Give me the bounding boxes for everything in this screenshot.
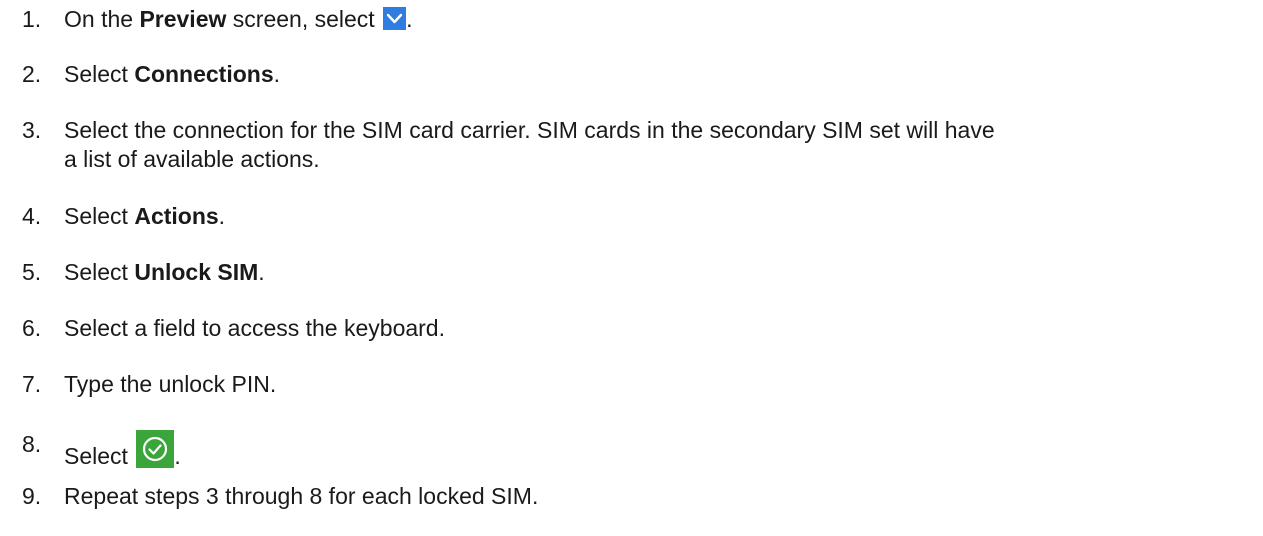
step-1: 1. On the Preview screen, select . <box>22 5 1252 34</box>
step-text: Select Connections. <box>64 61 280 87</box>
step-number: 8. <box>22 431 42 457</box>
step-9: 9. Repeat steps 3 through 8 for each loc… <box>22 482 1252 511</box>
step-text: Select Unlock SIM. <box>64 259 265 285</box>
step-text: Type the unlock PIN. <box>64 371 277 397</box>
step-6: 6. Select a field to access the keyboard… <box>22 314 1252 343</box>
step-number: 1. <box>22 6 42 32</box>
step-number: 6. <box>22 315 42 341</box>
step-text: On the Preview screen, select . <box>64 6 413 32</box>
step-text: Repeat steps 3 through 8 for each locked… <box>64 483 539 509</box>
chevron-down-icon <box>383 7 407 30</box>
step-5: 5. Select Unlock SIM. <box>22 258 1252 287</box>
step-7: 7. Type the unlock PIN. <box>22 370 1252 399</box>
step-text: Select . <box>64 430 1252 471</box>
ui-term-unlock-sim: Unlock SIM <box>134 259 259 285</box>
ui-term-connections: Connections <box>134 61 274 87</box>
step-text: Select a field to access the keyboard. <box>64 315 445 341</box>
step-text: Select the connection for the SIM card c… <box>64 117 995 172</box>
step-number: 2. <box>22 61 42 87</box>
step-number: 7. <box>22 371 42 397</box>
step-text: Select Actions. <box>64 203 226 229</box>
step-2: 2. Select Connections. <box>22 60 1252 89</box>
step-8: 8. Select . <box>22 430 1252 471</box>
step-number: 3. <box>22 117 42 143</box>
check-circle-icon <box>136 430 175 468</box>
step-4: 4. Select Actions. <box>22 202 1252 231</box>
step-number: 9. <box>22 483 42 509</box>
step-number: 5. <box>22 259 42 285</box>
step-3: 3. Select the connection for the SIM car… <box>22 116 1252 174</box>
ui-term-preview: Preview <box>139 6 227 32</box>
ui-term-actions: Actions <box>134 203 219 229</box>
step-number: 4. <box>22 203 42 229</box>
